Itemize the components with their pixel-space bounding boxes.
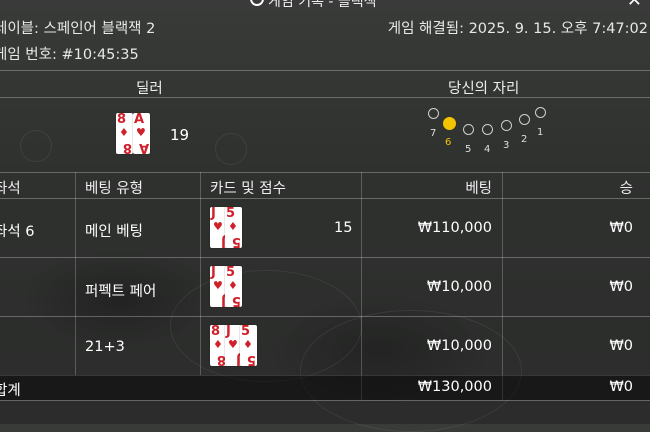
bet-amount-cell: ₩110,000 [417,220,492,236]
seat-map: 76 5 4 321 [424,104,556,164]
card-rank-inverted: A [138,140,149,154]
seat-5-marker [463,124,474,135]
card-suit: ♥ [228,338,238,351]
column-divider [200,172,201,375]
divider [0,257,650,258]
col-header-bet: 베팅 [465,181,492,197]
bet-type-cell: 메인 베팅 [85,224,143,240]
seat-1-number: 1 [537,127,544,138]
card-suit: ♦ [243,338,253,351]
playing-card: 8 ♦ 8 [116,113,133,154]
table-name: 테이블: 스페인어 블랙잭 2 [0,21,156,37]
divider [0,400,650,401]
total-label: 합계 [0,383,21,399]
background-roulette-decoration [215,133,247,165]
total-bet: ₩130,000 [417,379,492,395]
card-suit: ♦ [228,279,238,292]
card-rank: A [134,113,145,127]
modal-title: 게임 기록 - 블랙잭 [250,0,377,11]
resolved-time: 게임 해결됨: 2025. 9. 15. 오후 7:47:02 [387,21,648,37]
win-amount-cell: ₩0 [609,279,633,295]
playing-card: 5 ♦ 5 [225,207,242,248]
seat-6-number: 6 [445,137,452,148]
card-suit: ♦ [119,126,129,139]
bet-amount-cell: ₩10,000 [426,279,492,295]
playing-card: A ♥ A [133,113,150,154]
card-suit: ♥ [136,126,146,139]
card-rank-inverted: 5 [246,352,256,366]
card-rank: 8 [211,325,221,339]
divider [0,97,650,98]
playing-card: 5 ♦ 5 [240,325,257,366]
seat-3-number: 3 [503,140,510,151]
card-suit: ♦ [213,338,223,351]
close-icon[interactable]: ✕ [627,0,642,11]
seat-2-marker [519,114,530,125]
total-win: ₩0 [609,379,633,395]
background-roulette-decoration [300,310,522,432]
col-header-bet-type: 베팅 유형 [85,181,143,197]
divider [0,316,650,317]
seat-cell: 좌석 6 [0,224,35,240]
bet-score-cell: 15 [334,220,353,236]
background-roulette-decoration [20,130,52,162]
dealer-title: 딜러 [136,81,163,97]
divider [0,70,650,71]
card-suit: ♦ [228,220,238,233]
bet-amount-cell: ₩10,000 [426,338,492,354]
card-rank: 5 [226,266,236,280]
card-rank: 5 [241,325,251,339]
round-id: 게임 번호: #10:45:35 [0,47,139,63]
playing-card: 5 ♦ 5 [225,266,242,307]
seat-1-marker [535,107,546,118]
card-rank-inverted: 5 [231,234,241,248]
card-rank: J [211,266,216,280]
modal-title-bar: 게임 기록 - 블랙잭 ✕ [0,0,650,12]
seat-5-number: 5 [465,144,472,155]
card-rank: J [226,325,231,339]
seat-6-marker [443,117,456,130]
divider [0,198,650,199]
col-header-seat: 좌석 [0,181,21,197]
seat-3-marker [501,120,512,131]
bet-type-cell: 21+3 [85,339,125,355]
bet-type-cell: 퍼펙트 페어 [85,284,157,300]
modal-title-text: 게임 기록 - 블랙잭 [268,0,377,10]
card-rank-inverted: 5 [231,293,241,307]
card-suit: ♥ [213,220,223,233]
column-divider [75,172,76,375]
col-header-cards-score: 카드 및 점수 [210,181,286,197]
card-rank: 8 [117,113,127,127]
card-rank-inverted: 8 [122,140,132,154]
win-amount-cell: ₩0 [609,220,633,236]
col-header-win: 승 [619,181,633,197]
win-amount-cell: ₩0 [609,338,633,354]
your-seat-title: 당신의 자리 [448,81,520,97]
dealer-score: 19 [170,126,190,144]
seat-4-number: 4 [484,144,491,155]
divider [0,172,650,173]
card-rank: J [211,207,216,221]
seat-4-marker [482,124,493,135]
seat-7-marker [428,108,439,119]
card-rank: 5 [226,207,236,221]
card-suit: ♥ [213,279,223,292]
seat-2-number: 2 [521,134,528,145]
history-icon [250,0,264,6]
seat-7-number: 7 [430,128,437,139]
